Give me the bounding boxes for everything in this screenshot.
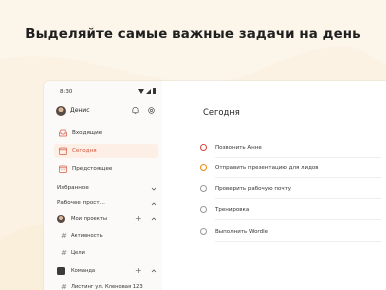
divider [215, 219, 381, 220]
sidebar-item-upcoming[interactable]: Предстоящее [54, 162, 158, 176]
inbox-icon [59, 129, 67, 137]
avatar[interactable] [56, 106, 66, 116]
task-checkbox[interactable] [200, 228, 207, 235]
task-label[interactable]: Выполнить Wordle [215, 229, 268, 235]
chevron-down-icon[interactable] [151, 186, 157, 192]
sidebar-item-today[interactable]: Сегодня [54, 144, 158, 158]
plus-icon[interactable]: + [135, 266, 142, 276]
bell-icon[interactable] [131, 106, 140, 115]
signal-icon [146, 88, 151, 94]
task-item[interactable]: Выполнить Wordle [200, 227, 380, 241]
wifi-icon [138, 88, 144, 94]
sidebar: 8:30 Денис Входящие Сегодня Предстоящее … [44, 81, 162, 290]
section-label: Избранное [57, 185, 89, 191]
task-checkbox[interactable] [200, 206, 207, 213]
project-activity[interactable]: # Активность [57, 231, 157, 243]
divider [215, 241, 381, 242]
battery-icon [153, 88, 156, 94]
task-item[interactable]: Отправить презентацию для лидов [200, 163, 380, 177]
divider [215, 177, 381, 178]
gear-icon[interactable] [147, 106, 156, 115]
user-row[interactable]: Денис [56, 105, 160, 119]
calendar-upcoming-icon [59, 165, 67, 173]
sidebar-item-label: Входящие [72, 129, 103, 136]
plus-icon[interactable]: + [135, 214, 142, 224]
task-item[interactable]: Проверить рабочую почту [200, 184, 380, 198]
hashtag-icon: # [61, 232, 67, 240]
project-label: Активность [71, 233, 103, 239]
section-favorites[interactable]: Избранное [57, 185, 157, 197]
status-bar: 8:30 [44, 81, 162, 101]
chevron-up-icon[interactable] [151, 268, 157, 274]
avatar [57, 215, 65, 223]
main-panel: Сегодня Позвонить Анне Отправить презент… [162, 81, 386, 290]
section-label: Рабочее прост... [57, 200, 105, 206]
hashtag-icon: # [61, 283, 67, 290]
sidebar-item-label: Предстоящее [72, 165, 113, 172]
project-label: Цели [71, 250, 85, 256]
project-team[interactable]: Команда + [57, 266, 157, 278]
hashtag-icon: # [61, 249, 67, 257]
task-checkbox[interactable] [200, 144, 207, 151]
project-listing[interactable]: # Листинг ул. Кленовая 123 [57, 282, 157, 290]
headline: Выделяйте самые важные задачи на день [25, 27, 361, 42]
task-checkbox[interactable] [200, 185, 207, 192]
chevron-up-icon[interactable] [151, 201, 157, 207]
task-label[interactable]: Тренировка [215, 207, 249, 213]
divider [215, 157, 381, 158]
project-label: Мои проекты [71, 216, 107, 222]
task-label[interactable]: Проверить рабочую почту [215, 186, 291, 192]
team-icon [57, 267, 65, 275]
project-goals[interactable]: # Цели [57, 248, 157, 260]
divider [215, 198, 381, 199]
section-workspace[interactable]: Рабочее прост... [57, 200, 157, 212]
status-time: 8:30 [60, 89, 73, 95]
status-icons [138, 88, 156, 94]
chevron-up-icon[interactable] [151, 216, 157, 222]
task-label[interactable]: Позвонить Анне [215, 145, 262, 151]
calendar-today-icon [59, 147, 67, 155]
task-checkbox[interactable] [200, 164, 207, 171]
user-name[interactable]: Денис [70, 107, 90, 114]
task-item[interactable]: Тренировка [200, 205, 380, 219]
sidebar-item-inbox[interactable]: Входящие [54, 126, 158, 140]
project-label: Команда [71, 268, 96, 274]
sidebar-item-label: Сегодня [72, 147, 97, 154]
project-label: Листинг ул. Кленовая 123 [71, 284, 143, 290]
task-label[interactable]: Отправить презентацию для лидов [215, 165, 319, 171]
page-title: Сегодня [203, 107, 240, 117]
app-window: 8:30 Денис Входящие Сегодня Предстоящее … [44, 81, 386, 290]
task-item[interactable]: Позвонить Анне [200, 143, 380, 157]
project-my-projects[interactable]: Мои проекты + [57, 214, 157, 226]
